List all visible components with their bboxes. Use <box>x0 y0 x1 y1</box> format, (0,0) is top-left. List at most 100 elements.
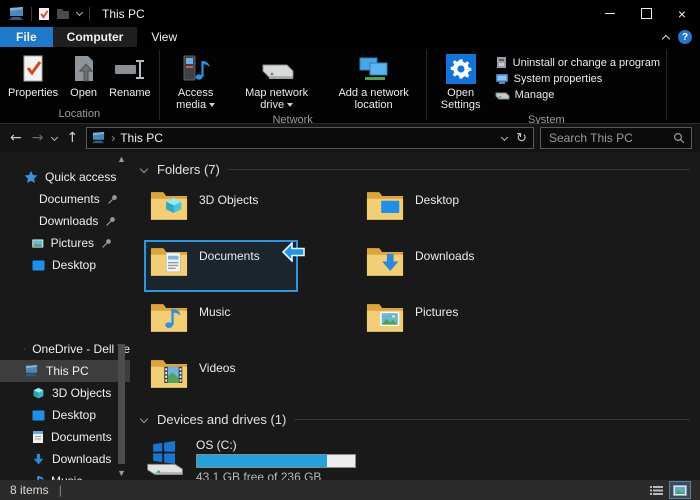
help-icon[interactable]: ? <box>678 30 692 44</box>
new-folder-quick-icon[interactable] <box>56 8 70 20</box>
ribbon-separator-3 <box>666 50 667 120</box>
tab-view[interactable]: View <box>137 27 191 47</box>
maximize-icon <box>641 8 652 19</box>
refresh-icon[interactable]: ↻ <box>516 131 527 146</box>
thumbnail-view-button[interactable] <box>670 482 690 498</box>
group-label-location: Location <box>2 107 157 123</box>
close-button[interactable]: × <box>664 0 700 27</box>
desktop-icon <box>32 260 45 271</box>
address-bar[interactable]: › This PC ↻ <box>86 127 534 149</box>
devices-section-header: Devices and drives (1) <box>138 408 694 430</box>
section-divider <box>294 419 690 420</box>
items-count: 8 items <box>10 483 49 497</box>
quick-access-toolbar: This PC <box>0 7 145 21</box>
rename-button[interactable]: Rename <box>104 51 156 101</box>
sidebar-item-documents-pinned[interactable]: Documents <box>0 188 130 210</box>
qat-customize-chevron-icon[interactable] <box>76 10 83 17</box>
add-network-location-button[interactable]: Add a network location <box>325 51 423 113</box>
folder-tile-downloads[interactable]: Downloads <box>360 240 514 292</box>
folder-tile-pictures[interactable]: Pictures <box>360 296 514 348</box>
minimize-ribbon-icon[interactable] <box>662 33 670 41</box>
ribbon-group-location: Properties Open Rename Location <box>0 47 159 123</box>
folder-music-icon <box>150 300 188 333</box>
sidebar-item-pictures-pinned[interactable]: Pictures <box>0 232 130 254</box>
collapse-folders-chevron-icon[interactable] <box>140 165 149 174</box>
folder-desktop-icon <box>366 188 404 221</box>
folder-documents-icon <box>150 244 188 277</box>
cursor-pointer-icon <box>282 242 306 262</box>
ribbon: Properties Open Rename Location <box>0 47 700 124</box>
collapse-devices-chevron-icon[interactable] <box>140 415 149 424</box>
folder-tile-3d-objects[interactable]: 3D Objects <box>144 184 298 236</box>
system-properties-button[interactable]: System properties <box>495 73 660 85</box>
address-dropdown-chevron-icon[interactable] <box>501 135 508 142</box>
explorer-window: This PC × File Computer View ? Propertie… <box>0 0 700 500</box>
sidebar-item-music[interactable]: Music <box>0 470 130 480</box>
sidebar-item-this-pc[interactable]: This PC <box>0 360 130 382</box>
section-divider <box>228 169 690 170</box>
file-list-pane: Folders (7) 3D Objects Desktop <box>130 152 700 480</box>
uninstall-program-icon <box>495 56 508 69</box>
scrollbar-thumb[interactable] <box>118 344 125 464</box>
open-button[interactable]: Open <box>65 51 102 101</box>
up-button[interactable]: ↑ <box>64 130 80 146</box>
sidebar-item-3d-objects[interactable]: 3D Objects <box>0 382 130 404</box>
cube-icon <box>32 387 45 400</box>
sidebar-item-desktop[interactable]: Desktop <box>0 404 130 426</box>
tab-computer[interactable]: Computer <box>53 27 138 47</box>
forward-button[interactable]: → <box>30 130 46 146</box>
thumbnail-view-icon <box>673 485 687 496</box>
breadcrumb-this-pc[interactable]: This PC <box>120 131 163 145</box>
drive-free-space: 43.1 GB free of 236 GB <box>196 470 356 480</box>
folder-tile-documents[interactable]: Documents <box>144 240 298 292</box>
desktop-icon <box>32 410 45 421</box>
this-pc-icon <box>8 7 25 21</box>
folder-tile-desktop[interactable]: Desktop <box>360 184 514 236</box>
ribbon-tabs: File Computer View ? <box>0 27 700 47</box>
sidebar-item-downloads-pinned[interactable]: Downloads <box>0 210 130 232</box>
drive-tile-os-c[interactable]: OS (C:) 43.1 GB free of 236 GB <box>144 438 694 480</box>
uninstall-program-button[interactable]: Uninstall or change a program <box>495 56 660 69</box>
minimize-button[interactable] <box>592 0 628 27</box>
rename-icon <box>114 53 146 85</box>
back-button[interactable]: ← <box>8 130 24 146</box>
manage-button[interactable]: Manage <box>495 89 660 101</box>
map-drive-dropdown-icon <box>287 103 293 107</box>
navigation-pane: Quick access Documents Downloads <box>0 152 130 480</box>
download-arrow-icon <box>32 453 45 466</box>
open-settings-button[interactable]: Open Settings <box>430 51 492 113</box>
properties-quick-icon[interactable] <box>38 7 50 21</box>
search-icon[interactable] <box>673 132 685 144</box>
open-settings-icon <box>446 53 476 85</box>
search-input[interactable] <box>547 130 673 146</box>
sidebar-item-onedrive[interactable]: OneDrive - Dell Te <box>0 338 130 360</box>
access-media-button[interactable]: Access media <box>163 51 229 113</box>
devices-section-title: Devices and drives (1) <box>157 412 286 427</box>
scroll-down-icon[interactable]: ▼ <box>117 468 126 478</box>
properties-button[interactable]: Properties <box>3 51 63 101</box>
sidebar-scrollbar[interactable]: ▲ ▼ <box>115 154 128 478</box>
scroll-up-icon[interactable]: ▲ <box>117 154 126 164</box>
folder-tile-music[interactable]: Music <box>144 296 298 348</box>
status-bar: 8 items | <box>0 480 700 500</box>
tab-file[interactable]: File <box>0 27 53 47</box>
access-media-icon <box>182 53 210 85</box>
sidebar-item-downloads[interactable]: Downloads <box>0 448 130 470</box>
navigation-bar: ← → ↑ › This PC ↻ <box>0 124 700 152</box>
sidebar-item-desktop-quick[interactable]: Desktop <box>0 254 130 276</box>
folder-3d-objects-icon <box>150 188 188 221</box>
sidebar-item-documents[interactable]: Documents <box>0 426 130 448</box>
folder-pictures-icon <box>366 300 404 333</box>
details-view-button[interactable] <box>646 482 666 498</box>
status-separator: | <box>59 483 62 497</box>
recent-locations-chevron-icon[interactable] <box>51 135 58 142</box>
document-icon <box>32 430 44 444</box>
sidebar-item-quick-access[interactable]: Quick access <box>0 166 130 188</box>
folder-tile-videos[interactable]: Videos <box>144 352 298 404</box>
picture-icon <box>32 238 44 249</box>
search-box[interactable] <box>540 127 692 149</box>
map-network-drive-button[interactable]: Map network drive <box>231 51 323 113</box>
maximize-button[interactable] <box>628 0 664 27</box>
window-title: This PC <box>102 7 145 21</box>
star-icon <box>24 170 38 184</box>
